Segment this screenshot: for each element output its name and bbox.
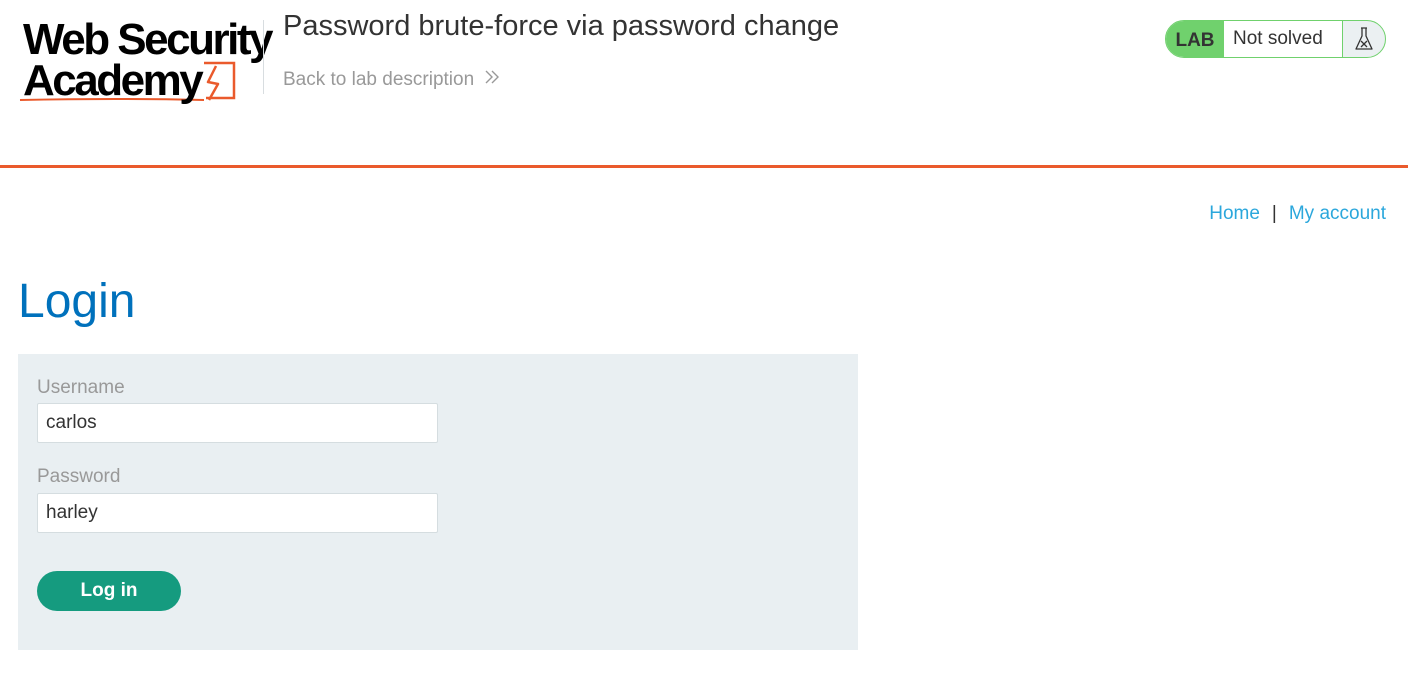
double-chevron-right-icon [484,69,500,91]
back-to-lab-description-link[interactable]: Back to lab description [283,69,500,91]
username-field[interactable] [37,403,438,443]
nav-separator: | [1271,203,1277,224]
nav-my-account-link[interactable]: My account [1289,203,1386,225]
lab-status-text: Not solved [1224,21,1343,57]
flask-icon [1343,21,1385,57]
back-link-label: Back to lab description [283,69,475,90]
lab-title: Password brute-force via password change [283,10,840,42]
nav-home-link[interactable]: Home [1209,203,1260,225]
site-header: Web Security Academy Password brute-forc… [0,0,1408,168]
logo-wordmark-line2: Academy [23,56,204,105]
password-field[interactable] [37,493,438,533]
lab-status-widget: LAB Not solved [1165,20,1386,58]
password-label: Password [37,466,121,487]
log-in-button[interactable]: Log in [37,571,181,611]
username-label: Username [37,377,125,398]
header-divider [263,20,264,94]
top-navigation: Home | My account [1209,203,1386,225]
web-security-academy-logo[interactable]: Web Security Academy [18,14,273,106]
page-title: Login [18,275,136,328]
login-form: Username Password Log in [18,354,858,650]
lab-badge: LAB [1166,21,1224,57]
